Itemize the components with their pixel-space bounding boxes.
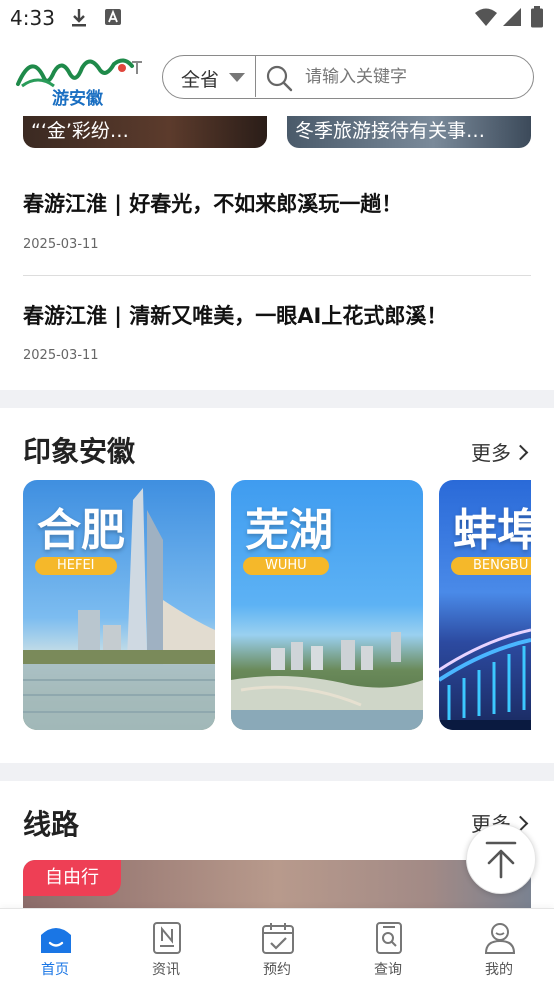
city-pinyin-badge: WUHU (243, 557, 329, 575)
banner-caption: 冬季旅游接待有关事… (295, 120, 486, 142)
status-bar: 4:33 (0, 0, 554, 38)
section-separator (0, 390, 554, 408)
app-header: 游安徽 全省 (0, 38, 554, 116)
tab-news[interactable]: 资讯 (111, 909, 221, 985)
divider (23, 275, 531, 276)
back-to-top-button[interactable] (466, 824, 536, 894)
more-link-impression[interactable]: 更多 (471, 437, 529, 466)
news-icon (153, 922, 181, 954)
tab-label: 我的 (485, 962, 513, 978)
wifi-icon (475, 8, 497, 26)
city-name: 蚌埠 (453, 505, 531, 556)
more-label: 更多 (471, 441, 511, 465)
arrow-up-icon (485, 841, 517, 879)
status-time: 4:33 (10, 6, 55, 30)
logo-graphic-icon: 游安徽 (16, 58, 142, 109)
tab-label: 查询 (374, 962, 402, 978)
app-notification-icon (105, 9, 121, 25)
city-card-bengbu[interactable]: 蚌埠 BENGBU (439, 480, 531, 730)
section-separator (0, 763, 554, 781)
search-icon (266, 65, 293, 92)
banner-slide[interactable]: 冬季旅游接待有关事… (287, 116, 531, 148)
tab-home[interactable]: 首页 (0, 909, 110, 985)
bottom-tab-bar: 首页 资讯 预约 查询 我的 (0, 908, 554, 985)
news-title: 春游江淮 | 清新又唯美，一眼AI上花式郎溪！ (23, 304, 448, 328)
news-item[interactable]: 春游江淮 | 好春光，不如来郎溪玩一趟！ 2025-03-11 (23, 188, 531, 258)
city-name: 合肥 (37, 505, 125, 556)
cellular-signal-icon (503, 8, 521, 26)
search-document-icon (376, 922, 402, 954)
section-title-impression: 印象安徽 (23, 435, 136, 468)
calendar-check-icon (262, 923, 294, 954)
province-selector[interactable]: 全省 (163, 56, 256, 97)
news-date: 2025-03-11 (23, 237, 99, 252)
tab-query[interactable]: 查询 (333, 909, 443, 985)
home-icon (41, 928, 71, 953)
city-pinyin-badge: HEFEI (35, 557, 117, 575)
logo-subtext: 游安徽 (52, 88, 104, 108)
tab-profile[interactable]: 我的 (444, 909, 554, 985)
city-card-wuhu[interactable]: 芜湖 WUHU (231, 480, 423, 730)
province-label: 全省 (181, 69, 220, 91)
tab-label: 首页 (41, 962, 69, 978)
news-date: 2025-03-11 (23, 348, 99, 363)
caret-down-icon (229, 73, 245, 82)
tab-label: 预约 (263, 962, 291, 978)
news-title: 春游江淮 | 好春光，不如来郎溪玩一趟！ (23, 192, 403, 216)
chevron-right-icon (512, 444, 529, 461)
tab-booking[interactable]: 预约 (222, 909, 332, 985)
download-icon (72, 9, 86, 27)
search-bar: 全省 (162, 55, 534, 99)
tab-label: 资讯 (152, 962, 180, 978)
city-name: 芜湖 (245, 505, 333, 556)
battery-icon (531, 6, 543, 28)
user-icon (484, 923, 516, 954)
banner-carousel: “‘金’彩纷… 冬季旅游接待有关事… (0, 116, 554, 150)
banner-slide[interactable]: “‘金’彩纷… (23, 116, 267, 148)
route-type-tag: 自由行 (23, 860, 121, 896)
banner-caption: “‘金’彩纷… (31, 120, 129, 142)
section-title-routes: 线路 (23, 808, 80, 841)
city-card-hefei[interactable]: 合肥 HEFEI (23, 480, 215, 730)
news-item[interactable]: 春游江淮 | 清新又唯美，一眼AI上花式郎溪！ 2025-03-11 (23, 300, 531, 370)
anhui-logo[interactable]: 游安徽 (14, 48, 144, 109)
city-pinyin-badge: BENGBU (451, 557, 531, 575)
search-input[interactable] (303, 62, 517, 92)
